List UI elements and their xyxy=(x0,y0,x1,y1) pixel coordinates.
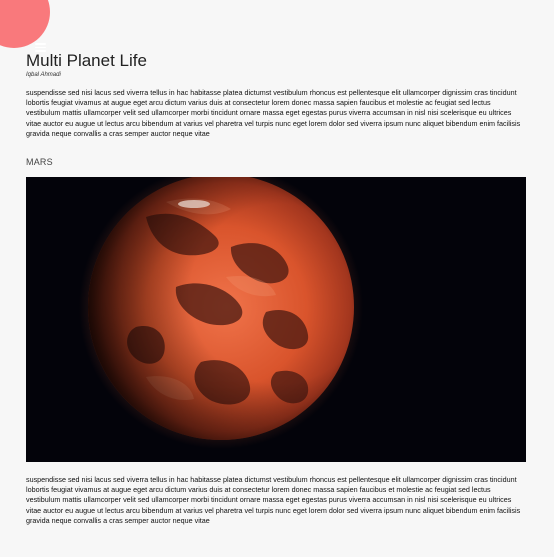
article-author: Iqbal Ahmadi xyxy=(26,72,61,78)
article-paragraph: suspendisse sed nisi lacus sed viverra t… xyxy=(26,88,521,138)
menu-button[interactable] xyxy=(0,0,50,48)
article-paragraph: suspendisse sed nisi lacus sed viverra t… xyxy=(26,475,521,525)
article-title: Multi Planet Life xyxy=(26,51,147,70)
section-label: MARS xyxy=(26,157,53,167)
mars-planet-image xyxy=(26,177,526,462)
